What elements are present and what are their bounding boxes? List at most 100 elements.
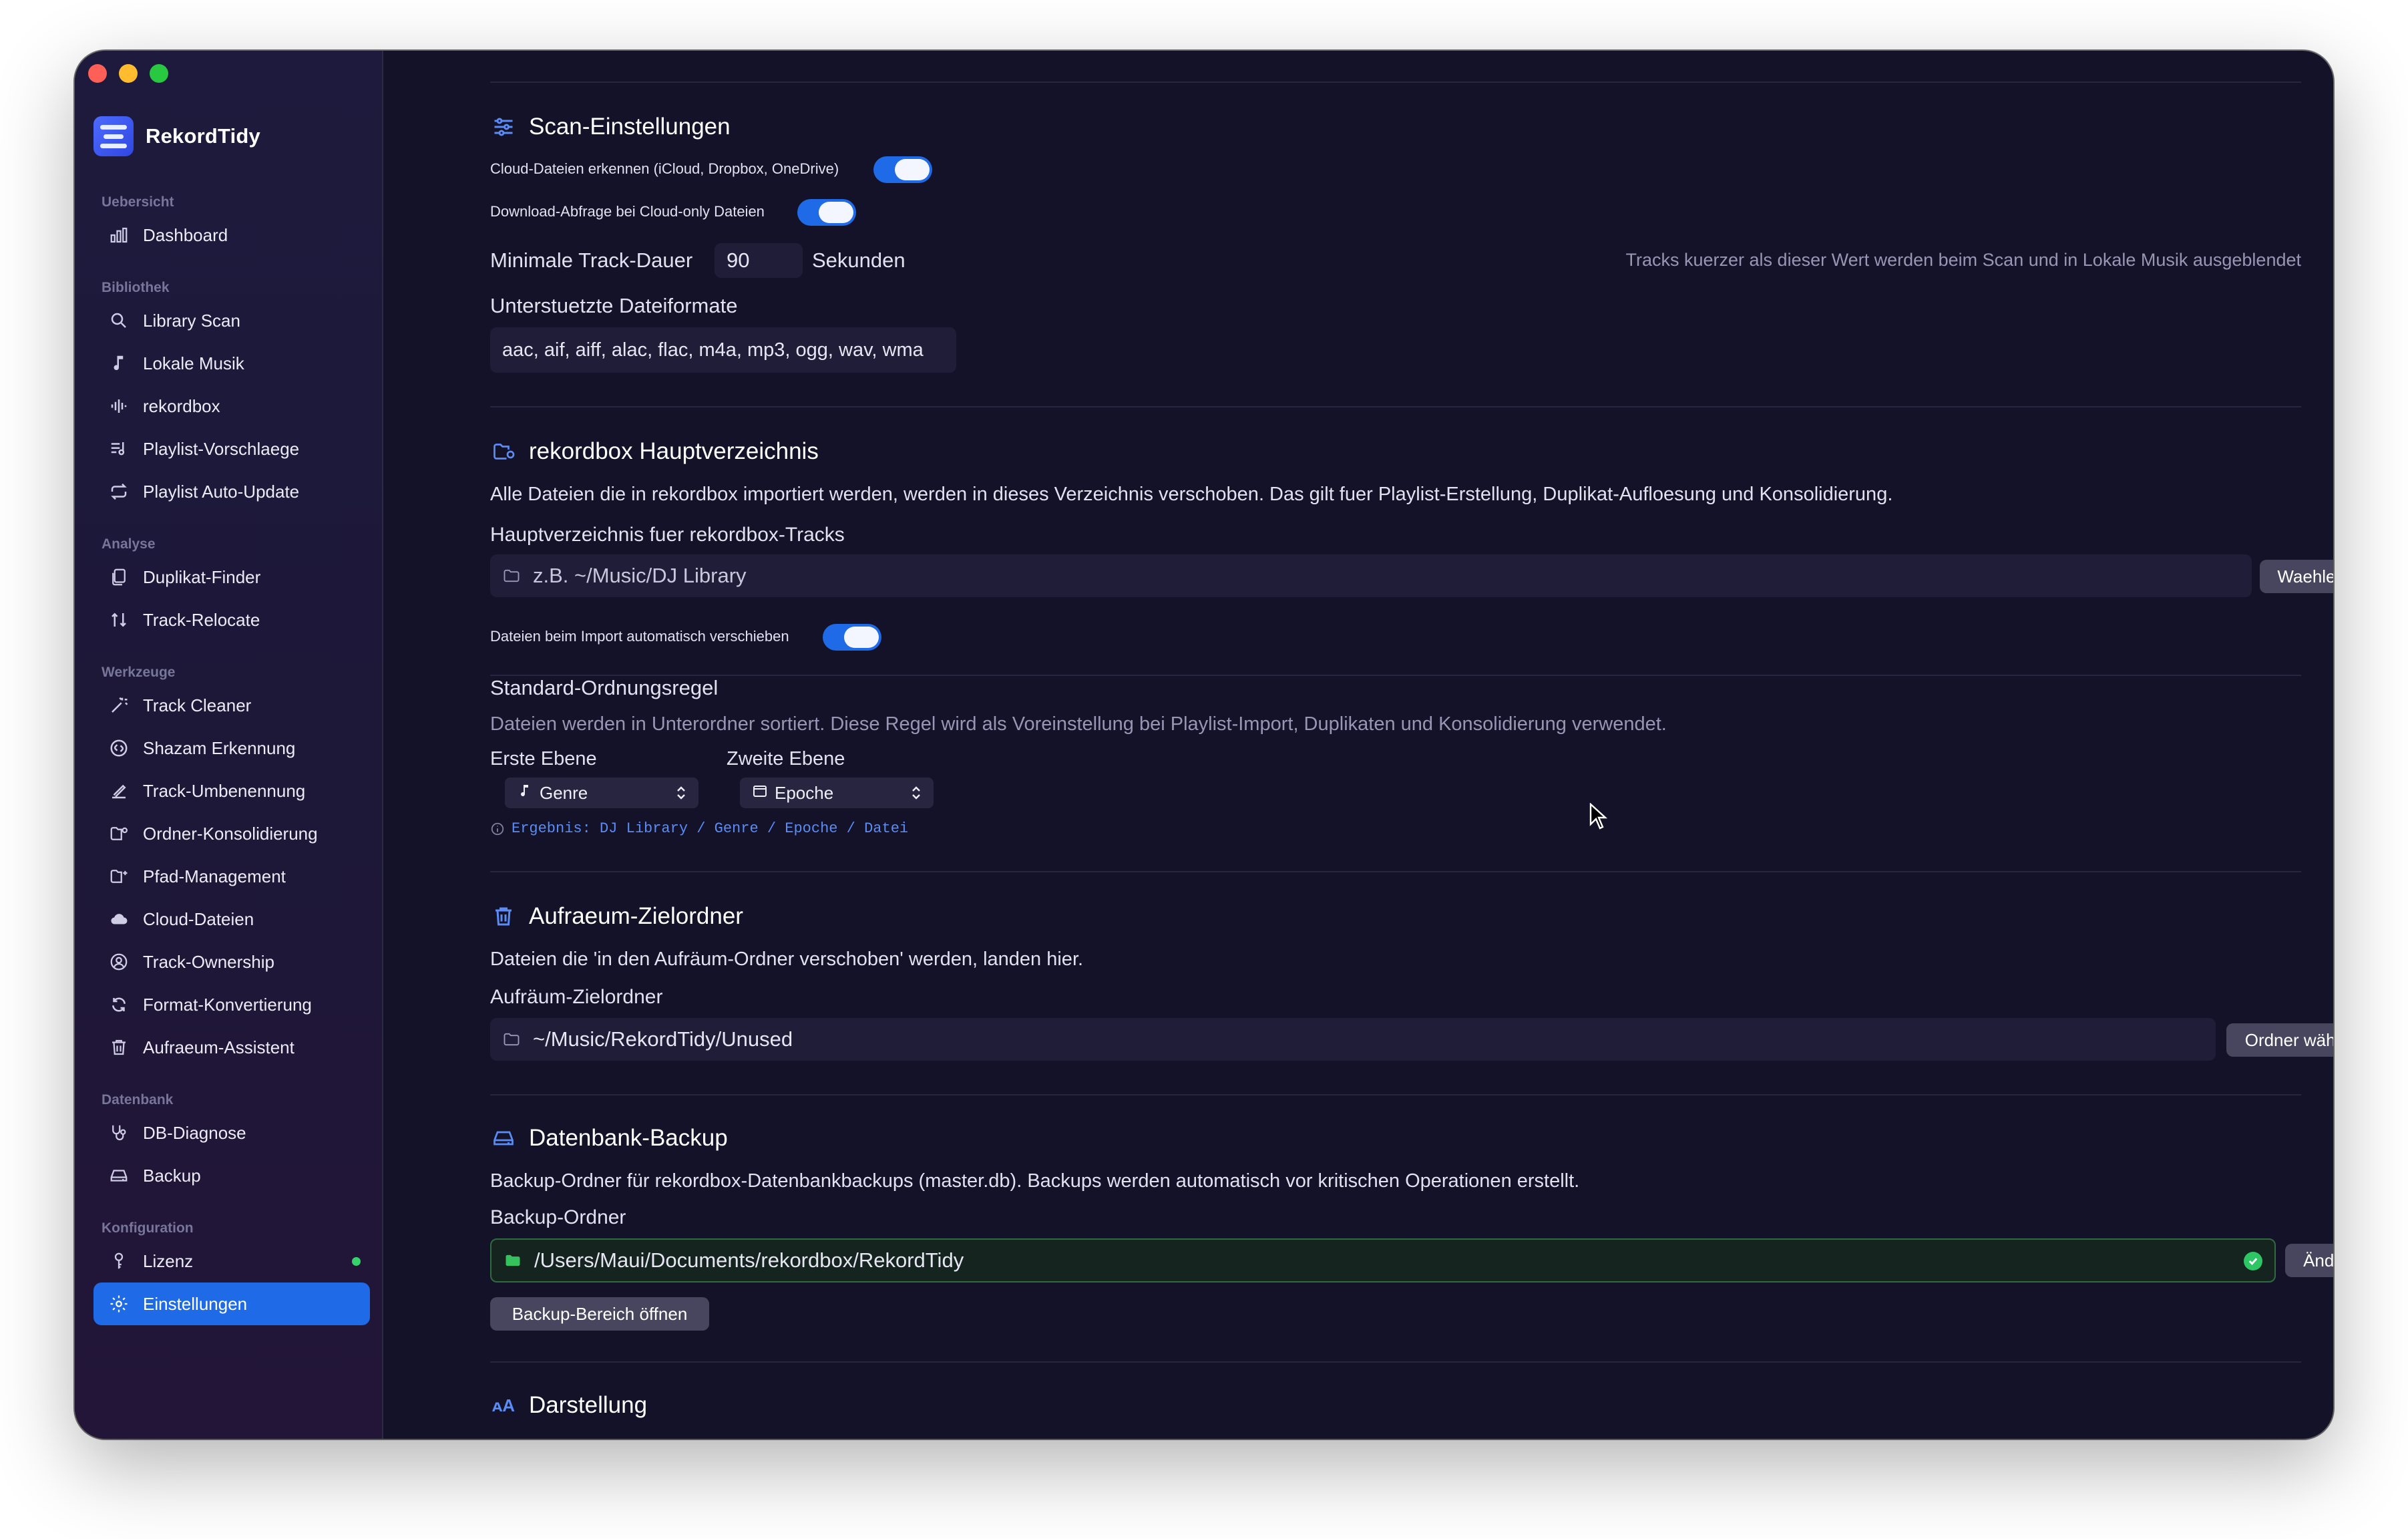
sidebar-item-pfad-management[interactable]: Pfad-Management <box>93 855 370 898</box>
first-level-select[interactable]: Genre <box>505 778 698 808</box>
drive-icon <box>108 1165 130 1186</box>
stethoscope-icon <box>108 1122 130 1144</box>
folder-merge-icon <box>108 823 130 844</box>
sidebar-item-label: Playlist-Vorschlaege <box>143 438 300 459</box>
sidebar-item-label: DB-Diagnose <box>143 1122 246 1143</box>
auto-move-toggle[interactable] <box>823 624 881 651</box>
sidebar-item-track-cleaner[interactable]: Track Cleaner <box>93 684 370 727</box>
formats-field[interactable]: aac, aif, aiff, alac, flac, m4a, mp3, og… <box>490 327 956 373</box>
folder-icon <box>502 566 522 586</box>
nav-section-datenbank: Datenbank DB-Diagnose Backup <box>93 1089 370 1197</box>
sidebar-item-track-umbenennung[interactable]: Track-Umbenennung <box>93 770 370 812</box>
open-backup-area-button[interactable]: Backup-Bereich öffnen <box>490 1297 709 1331</box>
divider <box>490 1361 2301 1363</box>
change-backup-button[interactable]: Ändern <box>2285 1244 2333 1277</box>
app-logo <box>93 116 134 156</box>
sidebar-item-track-ownership[interactable]: Track-Ownership <box>93 940 370 983</box>
relocate-icon <box>108 609 130 631</box>
sidebar-item-aufraeum-assistent[interactable]: Aufraeum-Assistent <box>93 1026 370 1069</box>
sidebar-item-format-konvertierung[interactable]: Format-Konvertierung <box>93 983 370 1026</box>
zoom-window-button[interactable] <box>150 64 168 83</box>
sidebar-item-playlist-auto-update[interactable]: Playlist Auto-Update <box>93 470 370 513</box>
chevron-updown-icon <box>677 786 685 800</box>
nav-section-konfiguration: Konfiguration Lizenz Einstellungen <box>93 1217 370 1325</box>
cloud-detect-toggle[interactable] <box>873 156 932 183</box>
sidebar-item-lizenz[interactable]: Lizenz <box>93 1240 370 1282</box>
rule-description: Dateien werden in Unterordner sortiert. … <box>490 713 1667 735</box>
sidebar-item-backup[interactable]: Backup <box>93 1154 370 1197</box>
shazam-icon <box>108 737 130 759</box>
section-title-text: Darstellung <box>529 1392 648 1418</box>
first-level-label: Erste Ebene <box>490 748 597 770</box>
sidebar: RekordTidy Uebersicht Dashboard Biblioth… <box>75 51 383 1439</box>
second-level-select[interactable]: Epoche <box>740 778 934 808</box>
choose-root-button[interactable]: Waehlen... <box>2260 560 2333 593</box>
sidebar-item-duplikat-finder[interactable]: Duplikat-Finder <box>93 556 370 598</box>
minimize-window-button[interactable] <box>119 64 138 83</box>
text-size-icon: ᴀA <box>491 1395 516 1415</box>
section-title-root: rekordbox Hauptverzeichnis <box>490 438 819 465</box>
backup-path-input[interactable]: /Users/Maui/Documents/rekordbox/RekordTi… <box>490 1238 2276 1282</box>
min-duration-unit: Sekunden <box>812 248 906 272</box>
mouse-cursor-icon <box>1589 803 1608 830</box>
settings-content[interactable]: Scan-Einstellungen Cloud-Dateien erkenne… <box>383 51 2333 1439</box>
search-icon <box>108 310 130 331</box>
nav-heading: Konfiguration <box>102 1220 194 1236</box>
formats-label: Unterstuetzte Dateiformate <box>490 294 738 317</box>
gear-icon <box>108 1293 130 1315</box>
sidebar-item-dashboard[interactable]: Dashboard <box>93 214 370 256</box>
calendar-icon <box>752 783 768 804</box>
backup-description: Backup-Ordner für rekordbox-Datenbankbac… <box>490 1170 1580 1192</box>
download-prompt-toggle[interactable] <box>797 199 856 226</box>
nav-heading: Werkzeuge <box>102 665 176 680</box>
backup-path-value: /Users/Maui/Documents/rekordbox/RekordTi… <box>534 1248 964 1272</box>
formats-value: aac, aif, aiff, alac, flac, m4a, mp3, og… <box>502 339 924 361</box>
sidebar-item-playlist-vorschlaege[interactable]: Playlist-Vorschlaege <box>93 428 370 470</box>
root-path-input[interactable]: z.B. ~/Music/DJ Library <box>490 554 2252 597</box>
folder-badge-icon <box>490 438 517 465</box>
wand-icon <box>108 695 130 716</box>
drive-icon <box>490 1125 517 1152</box>
sidebar-item-einstellungen[interactable]: Einstellungen <box>93 1282 370 1325</box>
divider <box>490 1094 2301 1095</box>
sidebar-item-cloud-dateien[interactable]: Cloud-Dateien <box>93 898 370 940</box>
sidebar-item-label: Format-Konvertierung <box>143 994 312 1015</box>
rename-icon <box>108 780 130 802</box>
close-window-button[interactable] <box>88 64 107 83</box>
download-prompt-label: Download-Abfrage bei Cloud-only Dateien <box>490 203 765 220</box>
sidebar-item-label: Library Scan <box>143 310 240 331</box>
sidebar-item-ordner-konsolidierung[interactable]: Ordner-Konsolidierung <box>93 812 370 855</box>
sidebar-item-rekordbox[interactable]: rekordbox <box>93 385 370 428</box>
window-controls <box>88 64 168 83</box>
min-duration-input[interactable]: 90 <box>715 243 803 278</box>
waveform-icon <box>108 395 130 417</box>
nav-heading: Bibliothek <box>102 280 170 295</box>
second-level-value: Epoche <box>775 782 834 803</box>
info-icon <box>491 822 504 835</box>
chevron-updown-icon <box>912 786 920 800</box>
choose-cleanup-folder-button[interactable]: Ordner wählen <box>2226 1023 2333 1057</box>
divider <box>490 675 2301 676</box>
sidebar-item-lokale-musik[interactable]: Lokale Musik <box>93 342 370 385</box>
sidebar-item-shazam-erkennung[interactable]: Shazam Erkennung <box>93 727 370 770</box>
cleanup-path-label: Aufräum-Zielordner <box>490 986 663 1008</box>
duplicate-icon <box>108 566 130 588</box>
sidebar-item-db-diagnose[interactable]: DB-Diagnose <box>93 1112 370 1154</box>
root-description: Alle Dateien die in rekordbox importiert… <box>490 484 1893 505</box>
sliders-icon <box>490 114 517 140</box>
divider <box>490 406 2301 407</box>
sidebar-item-track-relocate[interactable]: Track-Relocate <box>93 598 370 641</box>
cleanup-path-value: ~/Music/RekordTidy/Unused <box>533 1027 793 1051</box>
cleanup-path-input[interactable]: ~/Music/RekordTidy/Unused <box>490 1018 2216 1061</box>
sidebar-item-label: Lizenz <box>143 1250 194 1271</box>
section-title-scan: Scan-Einstellungen <box>490 114 731 140</box>
playlist-icon <box>108 438 130 460</box>
music-note-icon <box>517 783 533 804</box>
auto-move-label: Dateien beim Import automatisch verschie… <box>490 628 789 645</box>
sidebar-item-library-scan[interactable]: Library Scan <box>93 299 370 342</box>
first-level-value: Genre <box>540 782 588 803</box>
license-status-dot <box>352 1256 361 1266</box>
root-path-placeholder: z.B. ~/Music/DJ Library <box>533 564 747 587</box>
section-title-text: rekordbox Hauptverzeichnis <box>529 438 819 464</box>
sidebar-item-label: Einstellungen <box>143 1293 248 1314</box>
